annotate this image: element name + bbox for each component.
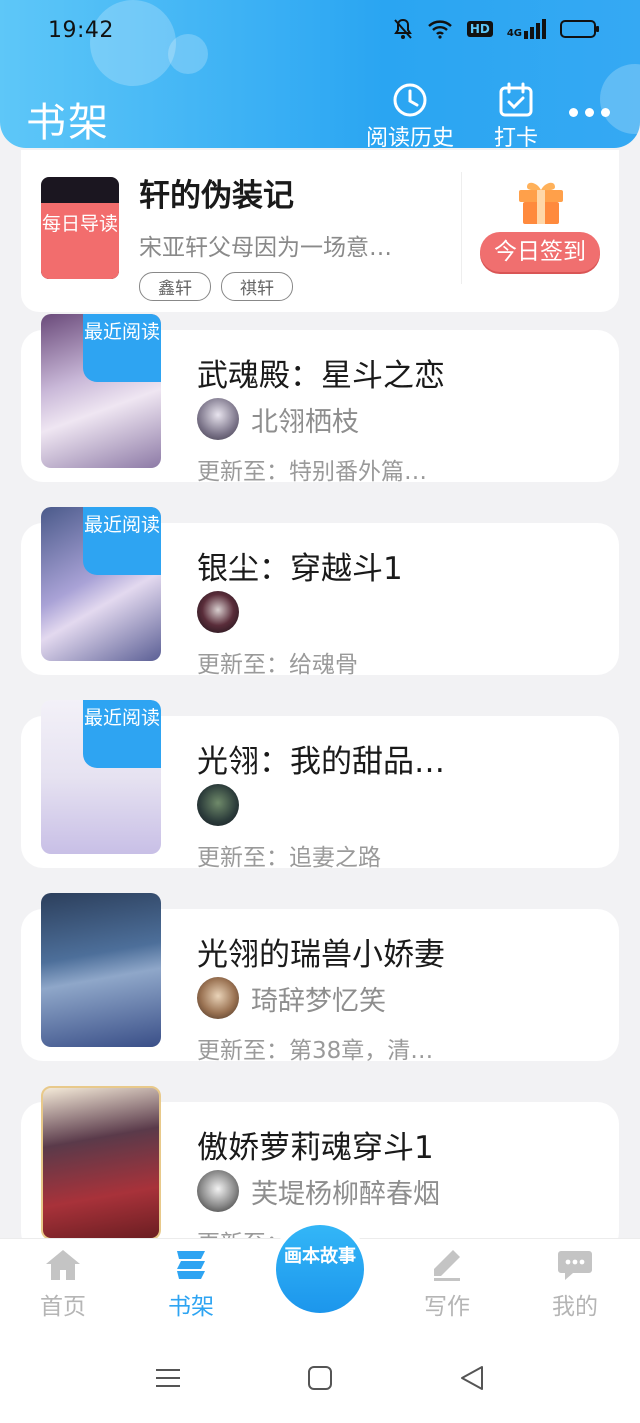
status-icons: HD 4G bbox=[393, 18, 599, 40]
book-author: 琦辞梦忆笑 bbox=[197, 977, 386, 1019]
daily-title[interactable]: 轩的伪装记 bbox=[139, 170, 294, 215]
book-author: 芙堤杨柳醉春烟 bbox=[197, 1170, 440, 1212]
nav-mine[interactable]: 我的 bbox=[530, 1247, 620, 1321]
back-triangle-icon[interactable] bbox=[458, 1364, 486, 1392]
avatar bbox=[197, 591, 239, 633]
book-card[interactable]: 最近阅读 银尘：穿越斗1 更新至：给魂骨 bbox=[21, 507, 619, 678]
book-title: 武魂殿：星斗之恋 bbox=[197, 358, 445, 394]
book-author bbox=[197, 591, 251, 633]
hd-icon: HD bbox=[466, 21, 493, 37]
nav-shelf-label: 书架 bbox=[168, 1294, 214, 1320]
nav-home[interactable]: 首页 bbox=[18, 1247, 108, 1321]
picture-story-button[interactable]: 画本故事 bbox=[276, 1225, 364, 1313]
status-bar: 19:42 HD 4G bbox=[0, 0, 640, 62]
nav-write-label: 写作 bbox=[424, 1294, 470, 1320]
home-icon bbox=[46, 1250, 80, 1280]
home-square-icon[interactable] bbox=[306, 1364, 334, 1392]
avatar bbox=[197, 1170, 239, 1212]
checkin-button[interactable]: 打卡 bbox=[494, 82, 538, 148]
book-update: 更新至：追妻之路 bbox=[197, 845, 381, 871]
book-cover[interactable] bbox=[41, 1086, 161, 1240]
daily-description: 宋亚轩父母因为一场意… bbox=[139, 235, 392, 261]
book-author bbox=[197, 784, 251, 826]
recent-read-badge: 最近阅读 bbox=[83, 507, 161, 575]
gift-icon bbox=[519, 182, 563, 224]
checkin-label: 打卡 bbox=[494, 126, 539, 148]
nav-shelf[interactable]: 书架 bbox=[146, 1247, 236, 1321]
avatar bbox=[197, 977, 239, 1019]
author-name: 芙堤杨柳醉春烟 bbox=[251, 1178, 440, 1210]
nav-home-label: 首页 bbox=[40, 1294, 86, 1320]
author-name: 北翎栖枝 bbox=[251, 406, 359, 438]
header-bubble-decoration bbox=[600, 64, 640, 134]
book-update: 更新至：给魂骨 bbox=[197, 652, 358, 678]
clock-icon bbox=[393, 83, 427, 117]
daily-cover[interactable]: 每日导读 bbox=[41, 177, 119, 279]
book-title: 傲娇萝莉魂穿斗1 bbox=[197, 1130, 434, 1166]
book-cover[interactable] bbox=[41, 893, 161, 1047]
author-name: 琦辞梦忆笑 bbox=[251, 985, 386, 1017]
tag-chip[interactable]: 祺轩 bbox=[221, 272, 293, 301]
reading-history-label: 阅读历史 bbox=[366, 126, 455, 148]
reading-history-button[interactable]: 阅读历史 bbox=[366, 82, 454, 148]
daily-cover-tag: 每日导读 bbox=[41, 203, 119, 279]
top-header: 19:42 HD 4G 书架 阅读历史 打卡 bbox=[0, 0, 640, 148]
battery-icon bbox=[560, 20, 599, 38]
recent-read-badge: 最近阅读 bbox=[83, 700, 161, 768]
daily-checkin-button[interactable]: 今日签到 bbox=[480, 232, 600, 272]
book-title: 光翎：我的甜品… bbox=[197, 744, 445, 780]
nav-mine-label: 我的 bbox=[552, 1294, 598, 1320]
book-cover[interactable]: 最近阅读 bbox=[41, 507, 161, 661]
nav-write[interactable]: 写作 bbox=[402, 1247, 492, 1321]
book-cover[interactable]: 最近阅读 bbox=[41, 314, 161, 468]
cell-signal-icon: 4G bbox=[507, 19, 546, 39]
tag-chip[interactable]: 鑫轩 bbox=[139, 272, 211, 301]
page-title: 书架 bbox=[26, 100, 110, 146]
book-update: 更新至：特别番外篇… bbox=[197, 459, 427, 485]
status-time: 19:42 bbox=[48, 18, 114, 43]
menu-icon[interactable] bbox=[154, 1364, 182, 1392]
avatar bbox=[197, 398, 239, 440]
recent-read-badge: 最近阅读 bbox=[83, 314, 161, 382]
bottom-nav: 首页 书架 画本故事 写作 我的 bbox=[0, 1225, 640, 1338]
book-card[interactable]: 最近阅读 光翎：我的甜品… 更新至：追妻之路 bbox=[21, 700, 619, 871]
book-author: 北翎栖枝 bbox=[197, 398, 359, 440]
calendar-check-icon bbox=[499, 82, 533, 117]
book-card[interactable]: 最近阅读 武魂殿：星斗之恋 北翎栖枝 更新至：特别番外篇… bbox=[21, 314, 619, 485]
book-card[interactable]: 光翎的瑞兽小娇妻 琦辞梦忆笑 更新至：第38章，清… bbox=[21, 893, 619, 1064]
chat-bubble-icon bbox=[558, 1251, 592, 1280]
daily-reading-card[interactable]: 每日导读 轩的伪装记 宋亚轩父母因为一场意… 鑫轩 祺轩 今日签到 bbox=[21, 150, 619, 312]
wifi-icon bbox=[427, 20, 452, 39]
book-title: 光翎的瑞兽小娇妻 bbox=[197, 937, 445, 973]
mute-bell-icon bbox=[393, 18, 412, 39]
daily-tags: 鑫轩 祺轩 bbox=[139, 272, 293, 301]
pencil-icon bbox=[434, 1250, 460, 1281]
system-nav-bar bbox=[0, 1338, 640, 1423]
book-cover[interactable]: 最近阅读 bbox=[41, 700, 161, 854]
book-update: 更新至：第38章，清… bbox=[197, 1038, 434, 1064]
divider bbox=[461, 172, 462, 284]
avatar bbox=[197, 784, 239, 826]
more-menu-icon[interactable] bbox=[569, 108, 610, 117]
book-title: 银尘：穿越斗1 bbox=[197, 551, 403, 587]
bookshelf-icon bbox=[177, 1251, 205, 1279]
